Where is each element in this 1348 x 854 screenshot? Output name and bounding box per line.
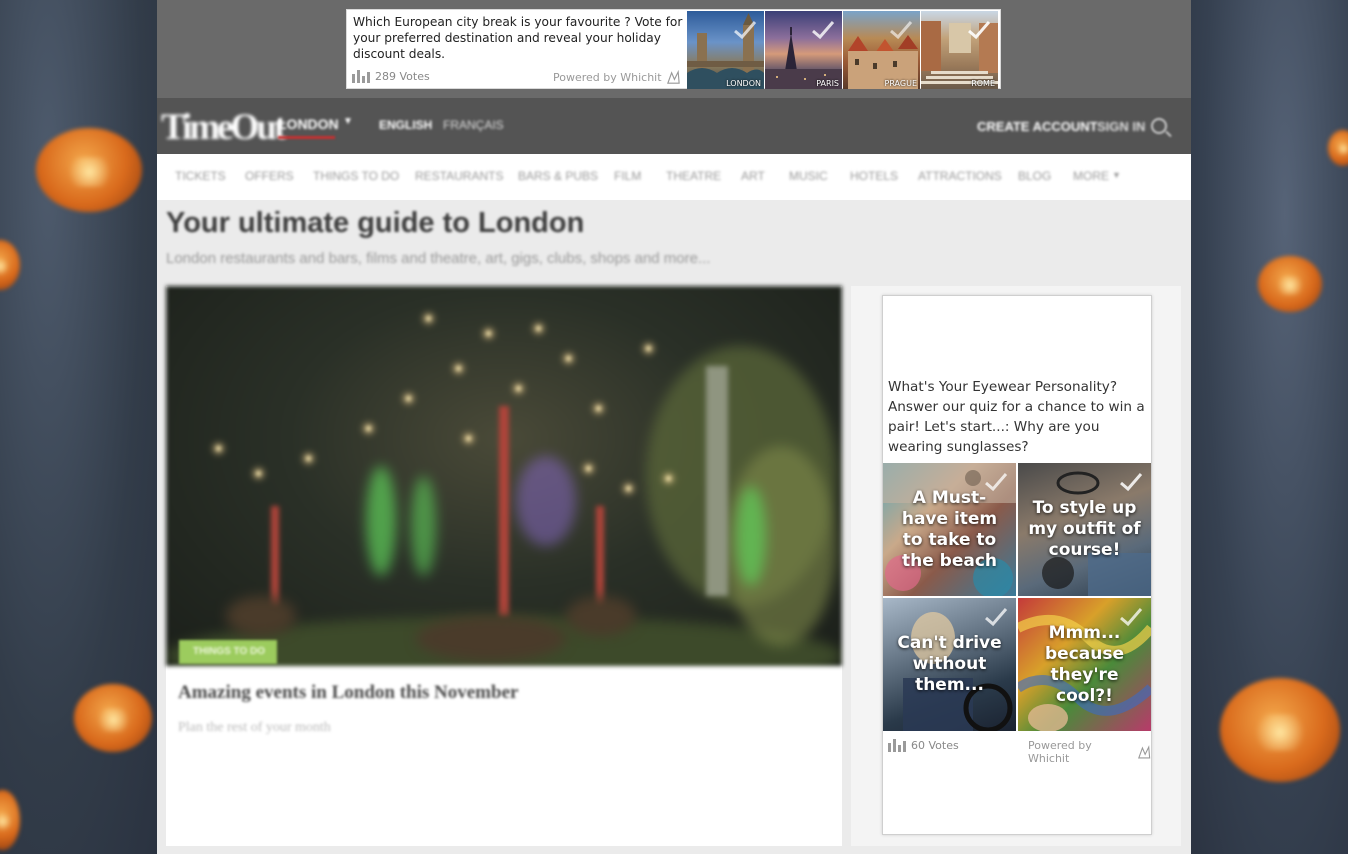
eyewear-poll: What's Your Eyewear Personality? Answer … — [882, 295, 1152, 835]
feature-subtitle: Plan the rest of your month — [178, 720, 331, 735]
city-underline — [278, 136, 335, 139]
nav-item-film[interactable]: FILM — [614, 169, 641, 183]
nav-item-blog[interactable]: BLOG — [1018, 169, 1051, 183]
city-break-poll: Which European city break is your favour… — [346, 9, 1001, 89]
whichit-logo-icon — [1137, 744, 1150, 758]
page-subtitle: London restaurants and bars, films and t… — [166, 250, 711, 267]
nav-item-music[interactable]: MUSIC — [789, 169, 828, 183]
chevron-down-icon[interactable]: ▼ — [343, 116, 353, 127]
nav-item-attractions[interactable]: ATTRACTIONS — [918, 169, 1002, 183]
main-nav: TICKETS OFFERS THINGS TO DO RESTAURANTS … — [157, 154, 1191, 200]
create-account-link[interactable]: CREATE ACCOUNT — [977, 119, 1098, 134]
nav-item-art[interactable]: ART — [741, 169, 765, 183]
language-english[interactable]: ENGLISH — [379, 118, 432, 132]
city-selector[interactable]: LONDON — [278, 116, 339, 132]
feature-image[interactable] — [166, 286, 842, 666]
poll-answer-style[interactable]: To style up my outfit of course! — [1018, 463, 1151, 596]
site-header: TimeOut LONDON ▼ ENGLISH FRANÇAIS CREATE… — [157, 98, 1191, 154]
nav-item-more[interactable]: MORE — [1073, 169, 1109, 183]
powered-by-whichit[interactable]: Powered by Whichit — [553, 70, 681, 85]
poll-answer-cool[interactable]: Mmm... because they're cool?! — [1018, 598, 1151, 731]
chevron-down-icon[interactable]: ▼ — [1112, 170, 1121, 180]
check-icon — [968, 21, 991, 40]
answer-label: Mmm... because they're cool?! — [1045, 622, 1124, 706]
check-icon — [812, 21, 835, 40]
feature-title[interactable]: Amazing events in London this November — [178, 682, 518, 704]
powered-by-label: Powered by Whichit — [553, 71, 662, 84]
vote-count-label: 60 Votes — [911, 739, 959, 752]
pumpkin-decoration — [1220, 678, 1340, 782]
nav-item-offers[interactable]: OFFERS — [245, 169, 294, 183]
pumpkin-decoration — [1258, 256, 1322, 312]
halloween-background-right — [1190, 0, 1348, 854]
language-french[interactable]: FRANÇAIS — [443, 118, 504, 132]
nav-item-theatre[interactable]: THEATRE — [666, 169, 721, 183]
answer-label: To style up my outfit of course! — [1028, 498, 1141, 560]
feature-card[interactable]: THINGS TO DO Amazing events in London th… — [166, 286, 842, 846]
nav-item-hotels[interactable]: HOTELS — [850, 169, 898, 183]
pumpkin-decoration — [36, 128, 142, 212]
answer-label: A Must-have item to take to the beach — [901, 487, 998, 571]
sign-in-link[interactable]: SIGN IN — [1097, 119, 1145, 134]
vote-count: 60 Votes — [888, 739, 959, 752]
powered-by-whichit[interactable]: Powered by Whichit — [1028, 739, 1151, 765]
powered-by-label: Powered by Whichit — [1028, 739, 1092, 765]
check-icon — [734, 21, 757, 40]
poll-option-prague[interactable]: PRAGUE — [843, 11, 920, 89]
pumpkin-decoration — [74, 684, 152, 752]
pumpkin-decoration — [0, 790, 20, 850]
pumpkin-decoration — [1328, 130, 1348, 166]
poll-option-rome[interactable]: ROME — [921, 11, 998, 89]
check-icon — [890, 21, 913, 40]
poll-option-london[interactable]: LONDON — [687, 11, 764, 89]
poll-question: Which European city break is your favour… — [353, 15, 683, 61]
whichit-logo-icon — [666, 70, 680, 84]
poll-answer-beach[interactable]: A Must-have item to take to the beach — [883, 463, 1016, 596]
option-label: ROME — [971, 79, 995, 88]
nav-item-things-to-do[interactable]: THINGS TO DO — [313, 169, 399, 183]
vote-count: 289 Votes — [352, 70, 430, 83]
option-label: PRAGUE — [884, 79, 918, 88]
poll-question: What's Your Eyewear Personality? Answer … — [888, 379, 1145, 455]
category-tag[interactable]: THINGS TO DO — [179, 640, 277, 664]
poll-answer-drive[interactable]: Can't drive without them... — [883, 598, 1016, 731]
page-title: Your ultimate guide to London — [166, 207, 585, 239]
bar-chart-icon — [352, 70, 370, 83]
search-icon[interactable] — [1151, 118, 1167, 134]
nav-item-restaurants[interactable]: RESTAURANTS — [415, 169, 503, 183]
nav-item-bars-pubs[interactable]: BARS & PUBS — [518, 169, 598, 183]
bar-chart-icon — [888, 739, 906, 752]
pumpkin-decoration — [0, 240, 20, 290]
answer-label: Can't drive without them... — [897, 633, 1002, 695]
poll-option-paris[interactable]: PARIS — [765, 11, 842, 89]
nav-item-tickets[interactable]: TICKETS — [175, 169, 226, 183]
timeout-logo[interactable]: TimeOut — [161, 106, 286, 149]
option-label: LONDON — [726, 79, 761, 88]
halloween-background-left — [0, 0, 160, 854]
option-label: PARIS — [816, 79, 839, 88]
vote-count-label: 289 Votes — [375, 70, 430, 83]
